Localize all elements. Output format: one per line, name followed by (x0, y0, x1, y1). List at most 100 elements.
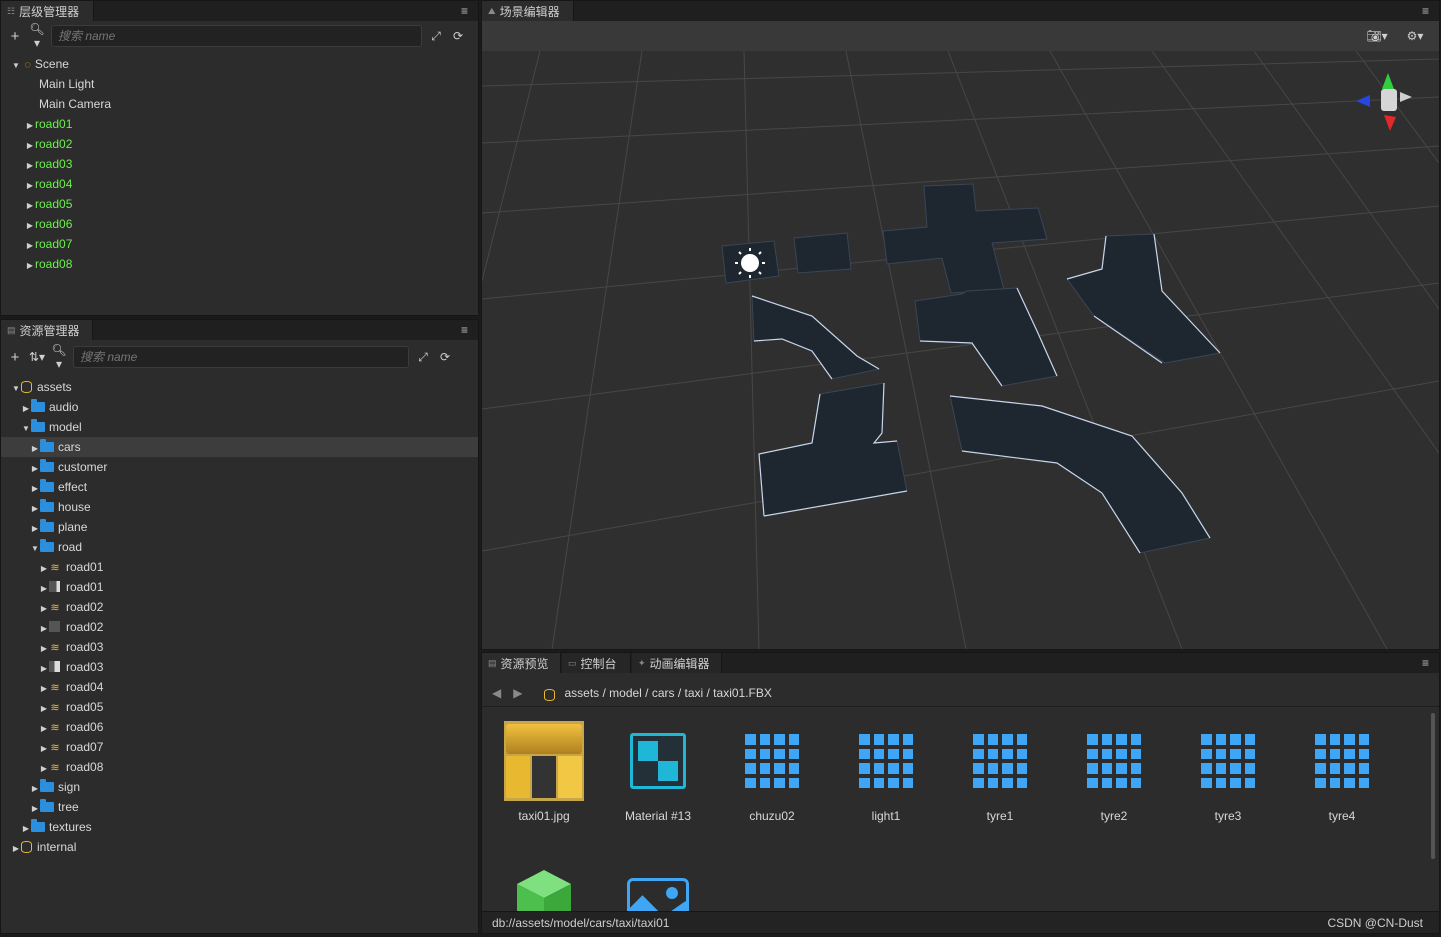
tree-node[interactable]: ▶ road05 (1, 194, 478, 214)
z-axis-gizmo-icon[interactable] (1384, 115, 1396, 131)
tree-node[interactable]: ▶ road03 (1, 154, 478, 174)
collapsed-arrow-icon[interactable]: ▶ (39, 619, 49, 639)
asset-tree-item[interactable]: ▶ ≋ road07 (1, 737, 478, 757)
asset-tree-item[interactable]: ▶ road01 (1, 577, 478, 597)
collapsed-arrow-icon[interactable]: ▶ (25, 176, 35, 196)
tree-node[interactable]: ▶ road01 (1, 114, 478, 134)
sort-icon[interactable]: ⇅▾ (29, 350, 45, 364)
bottom-menu-icon[interactable]: ≡ (1422, 656, 1429, 670)
tree-node[interactable]: Main Light (1, 74, 478, 94)
tab-console[interactable]: ▭ 控制台 (562, 653, 631, 673)
orientation-gizmo[interactable] (1356, 73, 1412, 131)
tab-asset-preview[interactable]: ▤ 资源预览 (482, 653, 561, 673)
road-meshes[interactable] (721, 183, 1221, 554)
road-piece[interactable] (1066, 233, 1221, 364)
road-piece[interactable] (949, 395, 1211, 554)
tree-node[interactable]: ▶ road07 (1, 234, 478, 254)
scene-menu-icon[interactable]: ≡ (1422, 4, 1429, 18)
asset-tree-item[interactable]: ▶ ≋ road08 (1, 757, 478, 777)
tree-node[interactable]: ▶ road08 (1, 254, 478, 274)
add-node-icon[interactable]: + (7, 28, 23, 45)
collapsed-arrow-icon[interactable]: ▶ (39, 719, 49, 739)
road-piece[interactable] (882, 183, 1048, 294)
collapsed-arrow-icon[interactable]: ▶ (39, 759, 49, 779)
collapsed-arrow-icon[interactable]: ▶ (25, 116, 35, 136)
road-piece[interactable] (793, 232, 852, 274)
collapsed-arrow-icon[interactable]: ▶ (25, 136, 35, 156)
collapsed-arrow-icon[interactable]: ▶ (30, 799, 40, 819)
asset-tree-item[interactable]: ▶ sign (1, 777, 478, 797)
collapsed-arrow-icon[interactable]: ▶ (11, 839, 21, 859)
refresh-icon[interactable]: ⟳ (450, 29, 466, 43)
collapsed-arrow-icon[interactable]: ▶ (21, 819, 31, 839)
expand-icon[interactable]: ⤢ (415, 350, 431, 365)
tab-scene-editor[interactable]: ⛰ 场景编辑器 (482, 1, 574, 21)
asset-thumb[interactable]: tyre2 (1064, 721, 1164, 823)
asset-tree-item[interactable]: ▶ ≋ road01 (1, 557, 478, 577)
collapsed-arrow-icon[interactable]: ▶ (25, 196, 35, 216)
hierarchy-menu-icon[interactable]: ≡ (461, 4, 468, 18)
asset-tree-item[interactable]: ▶ customer (1, 457, 478, 477)
assets-menu-icon[interactable]: ≡ (461, 323, 468, 337)
asset-tree-item[interactable]: ▶ house (1, 497, 478, 517)
collapsed-arrow-icon[interactable]: ▶ (39, 579, 49, 599)
collapsed-arrow-icon[interactable]: ▶ (39, 599, 49, 619)
asset-tree-item[interactable]: ▼ model (1, 417, 478, 437)
asset-thumb[interactable] (494, 857, 594, 911)
asset-thumb[interactable]: Material #13 (608, 721, 708, 823)
asset-thumb[interactable]: light1 (836, 721, 936, 823)
tree-node[interactable]: Main Camera (1, 94, 478, 114)
expanded-arrow-icon[interactable]: ▼ (11, 379, 21, 399)
collapsed-arrow-icon[interactable]: ▶ (39, 739, 49, 759)
asset-thumb[interactable] (608, 857, 708, 911)
add-asset-icon[interactable]: + (7, 349, 23, 366)
collapsed-arrow-icon[interactable]: ▶ (30, 479, 40, 499)
collapsed-arrow-icon[interactable]: ▶ (21, 399, 31, 419)
collapsed-arrow-icon[interactable]: ▶ (30, 459, 40, 479)
collapsed-arrow-icon[interactable]: ▶ (25, 216, 35, 236)
expanded-arrow-icon[interactable]: ▼ (21, 419, 31, 439)
asset-thumb[interactable]: tyre4 (1292, 721, 1392, 823)
asset-thumb[interactable]: taxi01.jpg (494, 721, 594, 823)
asset-tree-item[interactable]: ▶ effect (1, 477, 478, 497)
road-piece[interactable] (914, 287, 1058, 387)
tree-node-scene[interactable]: ▼ ◌ Scene (1, 54, 478, 74)
asset-thumb[interactable]: tyre1 (950, 721, 1050, 823)
asset-tree-item[interactable]: ▶ road02 (1, 617, 478, 637)
asset-tree-item[interactable]: ▶ ≋ road05 (1, 697, 478, 717)
collapsed-arrow-icon[interactable]: ▶ (30, 519, 40, 539)
expand-icon[interactable]: ⤢ (428, 29, 444, 44)
asset-tree-item[interactable]: ▶ cars (1, 437, 478, 457)
asset-tree-item[interactable]: ▶ ≋ road06 (1, 717, 478, 737)
camera-icon[interactable]: 📷︎▾ (1365, 29, 1389, 43)
forward-arrow-icon[interactable]: ▶ (513, 686, 522, 700)
back-arrow-icon[interactable]: ◀ (492, 686, 501, 700)
collapsed-arrow-icon[interactable]: ▶ (30, 499, 40, 519)
asset-tree-item[interactable]: ▼ road (1, 537, 478, 557)
asset-thumb[interactable]: tyre3 (1178, 721, 1278, 823)
asset-tree-item[interactable]: ▶ textures (1, 817, 478, 837)
asset-tree-item[interactable]: ▶ ≋ road02 (1, 597, 478, 617)
refresh-icon[interactable]: ⟳ (437, 350, 453, 364)
asset-tree-item[interactable]: ▶ road03 (1, 657, 478, 677)
asset-tree-item[interactable]: ▶ ≋ road03 (1, 637, 478, 657)
asset-tree-item[interactable]: ▶ tree (1, 797, 478, 817)
asset-tree-item[interactable]: ▶ internal (1, 837, 478, 857)
collapsed-arrow-icon[interactable]: ▶ (25, 256, 35, 276)
gear-icon[interactable]: ⚙▾ (1403, 29, 1427, 43)
tab-assets[interactable]: ▤ 资源管理器 (1, 320, 93, 340)
collapsed-arrow-icon[interactable]: ▶ (39, 659, 49, 679)
asset-tree-item[interactable]: ▶ audio (1, 397, 478, 417)
neg-axis-gizmo-icon[interactable] (1400, 92, 1412, 102)
asset-tree-item[interactable]: ▶ ≋ road04 (1, 677, 478, 697)
asset-tree-item[interactable]: ▶ plane (1, 517, 478, 537)
collapsed-arrow-icon[interactable]: ▶ (30, 779, 40, 799)
assets-search-input[interactable] (73, 346, 409, 368)
hierarchy-search-input[interactable] (51, 25, 422, 47)
expanded-arrow-icon[interactable]: ▼ (11, 56, 21, 76)
expanded-arrow-icon[interactable]: ▼ (30, 539, 40, 559)
asset-tree-item[interactable]: ▼ assets (1, 377, 478, 397)
search-type-icon[interactable]: 🔍︎▾ (29, 22, 45, 50)
scene-canvas[interactable] (482, 50, 1439, 649)
collapsed-arrow-icon[interactable]: ▶ (39, 559, 49, 579)
